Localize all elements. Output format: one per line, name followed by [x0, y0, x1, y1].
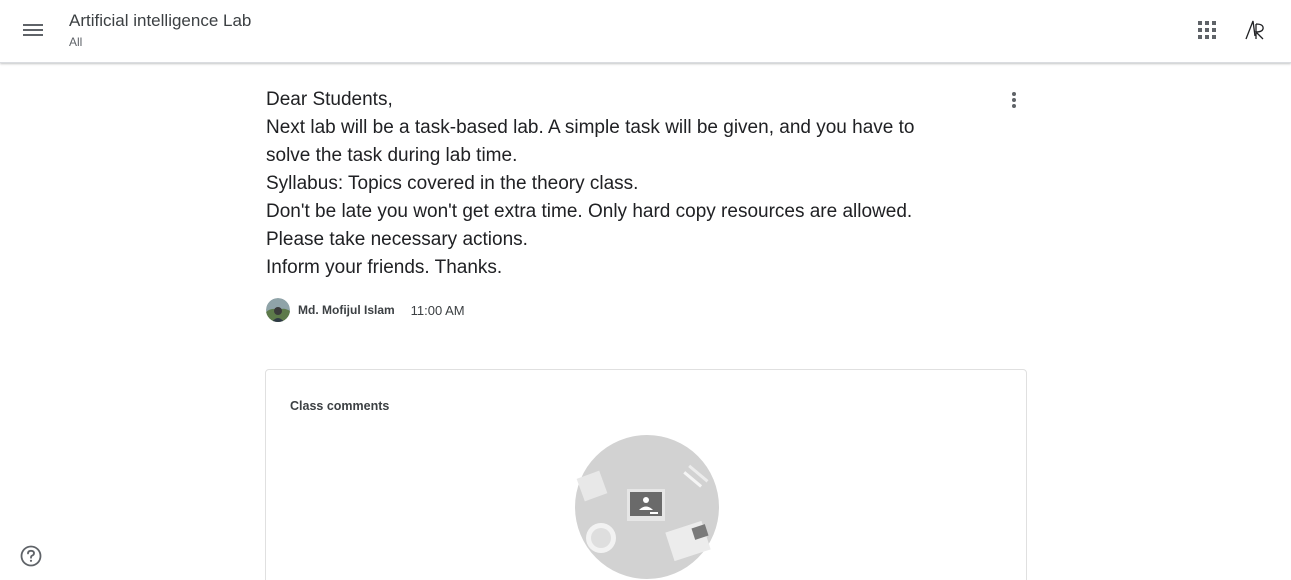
- class-title-block: Artificial intelligence Lab All: [69, 11, 251, 51]
- account-button[interactable]: [1236, 11, 1274, 49]
- class-comments-title: Class comments: [290, 399, 390, 413]
- account-avatar-icon: [1245, 20, 1264, 40]
- google-apps-grid-icon: [1198, 21, 1216, 39]
- announcement-options-button[interactable]: [996, 82, 1032, 118]
- top-app-bar: Artificial intelligence Lab All: [0, 0, 1291, 63]
- announcement: Dear Students, Next lab will be a task-b…: [266, 86, 966, 282]
- class-comments-card: Class comments: [265, 369, 1027, 580]
- announcement-text: Dear Students, Next lab will be a task-b…: [266, 89, 915, 278]
- announcement-author-row: Md. Mofijul Islam 11:00 AM: [266, 298, 465, 322]
- main-menu-button[interactable]: [13, 10, 53, 50]
- post-time: 11:00 AM: [410, 302, 465, 318]
- author-avatar: [266, 298, 290, 322]
- class-section[interactable]: All: [69, 34, 82, 50]
- help-icon: [20, 545, 42, 567]
- empty-classroom-illustration: [574, 434, 720, 580]
- hamburger-menu-icon: [23, 24, 43, 36]
- more-vert-icon: [1012, 92, 1016, 108]
- class-title[interactable]: Artificial intelligence Lab: [69, 11, 251, 31]
- author-name: Md. Mofijul Islam: [298, 303, 395, 317]
- google-apps-button[interactable]: [1187, 10, 1227, 50]
- help-button[interactable]: [18, 544, 44, 570]
